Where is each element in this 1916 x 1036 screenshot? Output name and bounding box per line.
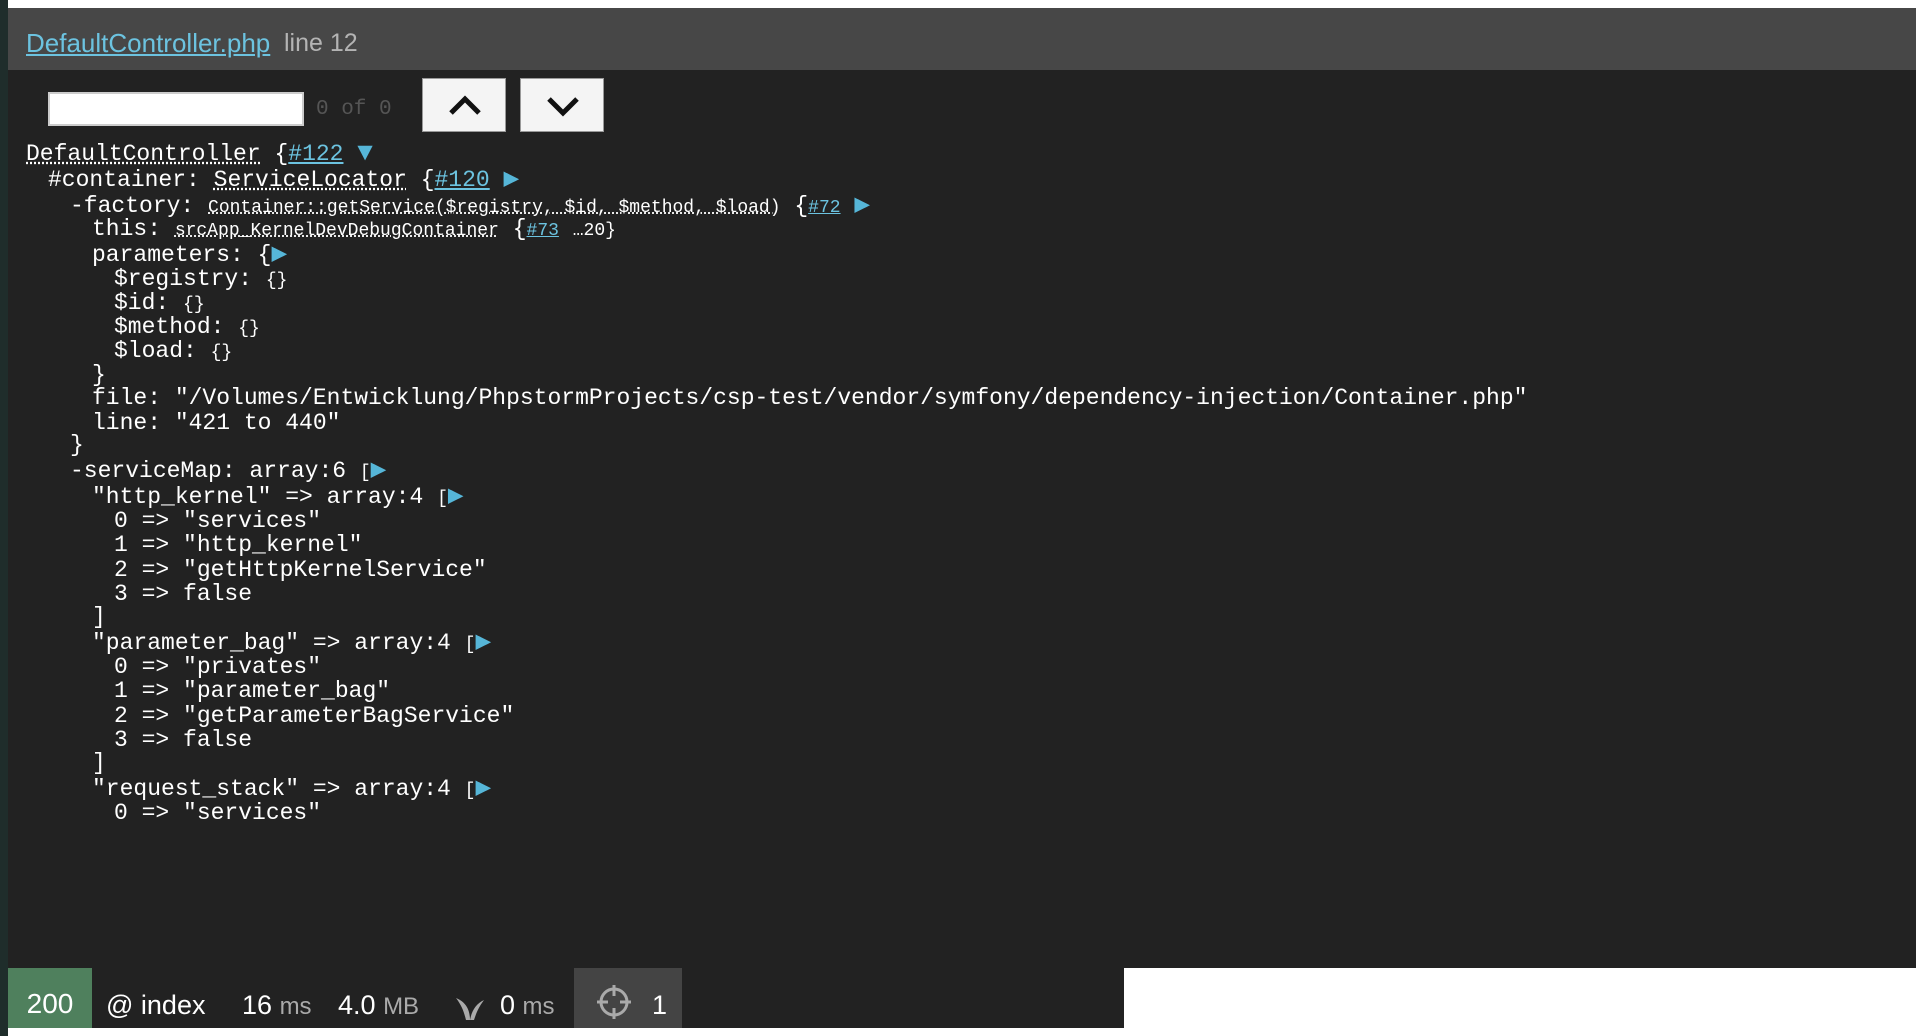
- class-name-abbr[interactable]: srcApp_KernelDevDebugContainer: [175, 221, 499, 241]
- dump-line: $load: {}: [114, 338, 233, 364]
- dump-search-bar: 0 of 0: [26, 70, 1916, 134]
- dump-line: line: "421 to 440": [92, 410, 341, 436]
- file-header: DefaultController.php line 12: [8, 8, 1916, 70]
- memory-usage[interactable]: 4.0 MB: [338, 990, 419, 1021]
- horizontal-scrollbar[interactable]: [8, 1028, 1124, 1036]
- route-name[interactable]: @ index: [106, 990, 205, 1021]
- ide-left-gutter: [0, 0, 8, 1036]
- web-debug-toolbar: 200 @ index 16 ms 4.0 MB 0 ms 1: [8, 968, 1124, 1036]
- toggle-collapsed-icon[interactable]: ▶: [448, 481, 464, 511]
- line-label: line 12: [284, 29, 358, 57]
- dump-toolbar-block[interactable]: 1: [574, 968, 682, 1036]
- toggle-collapsed-icon[interactable]: ▶: [475, 627, 491, 657]
- var-dump-tree: DefaultController {#122 ▼ #container: Se…: [26, 138, 1906, 918]
- dump-count: 1: [652, 990, 668, 1020]
- chevron-down-icon: [547, 97, 579, 117]
- toggle-collapsed-icon[interactable]: ▶: [475, 773, 491, 803]
- target-icon: [597, 985, 631, 1019]
- dump-line: 3 => false: [114, 581, 253, 607]
- dump-panel: DefaultController.php line 12 0 of 0 Def…: [8, 8, 1916, 968]
- search-count: 0 of 0: [316, 98, 392, 121]
- file-link[interactable]: DefaultController.php: [26, 28, 270, 59]
- search-input[interactable]: [48, 92, 304, 126]
- chevron-up-icon: [449, 95, 481, 115]
- status-code-block[interactable]: 200: [8, 968, 92, 1036]
- dump-line: 0 => "services": [114, 800, 322, 826]
- dump-line: 3 => false: [114, 727, 253, 753]
- search-previous-button[interactable]: [422, 78, 506, 132]
- twig-render-time[interactable]: 0 ms: [500, 990, 555, 1021]
- top-edge: [0, 0, 1916, 8]
- sprout-icon: [456, 998, 484, 1020]
- request-time[interactable]: 16 ms: [242, 990, 312, 1021]
- object-ref-link[interactable]: #73: [527, 221, 559, 241]
- object-ref-link[interactable]: #72: [808, 198, 840, 218]
- toggle-collapsed-icon[interactable]: ▶: [854, 190, 870, 220]
- status-code: 200: [26, 988, 74, 1019]
- search-next-button[interactable]: [520, 78, 604, 132]
